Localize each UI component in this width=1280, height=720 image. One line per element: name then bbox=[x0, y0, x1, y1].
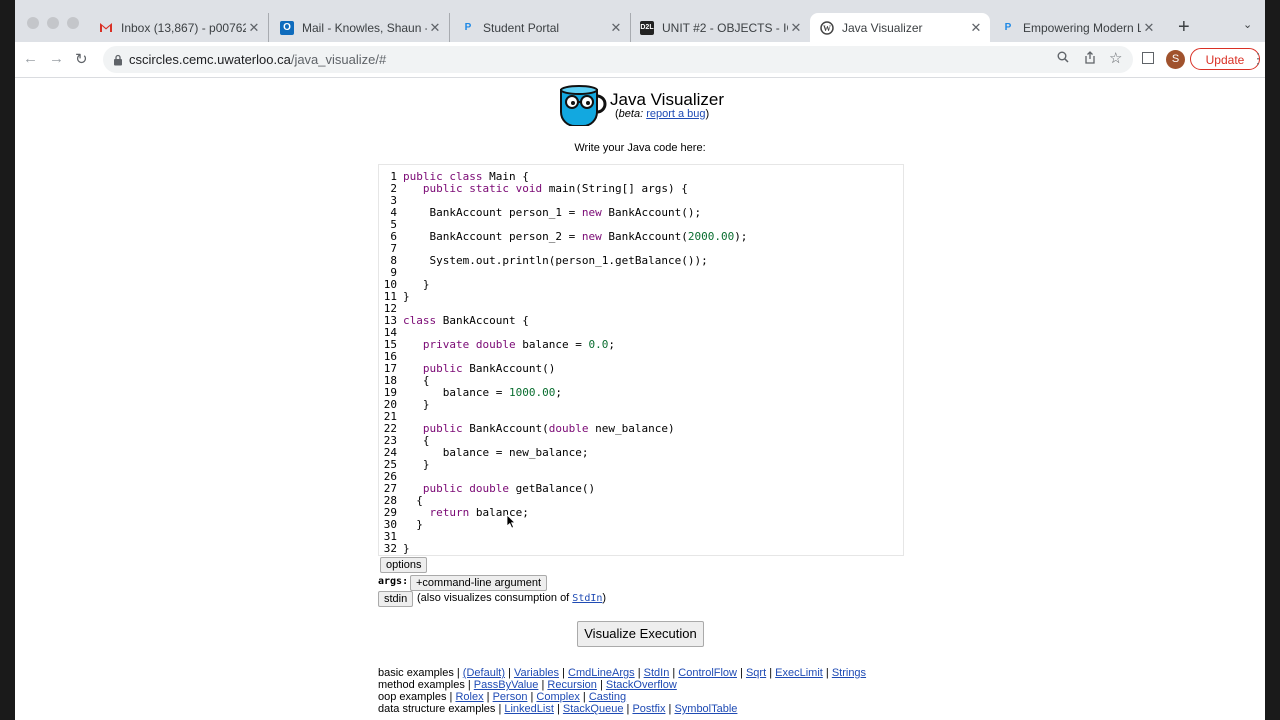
report-bug-link[interactable]: report a bug bbox=[646, 108, 705, 120]
example-link[interactable]: Recursion bbox=[547, 679, 597, 691]
examples-row: data structure examples | LinkedList | S… bbox=[378, 703, 738, 715]
stdin-link[interactable]: StdIn bbox=[572, 593, 602, 604]
share-icon[interactable] bbox=[1084, 51, 1096, 67]
code-line: 8 System.out.println(person_1.getBalance… bbox=[379, 255, 707, 267]
example-link[interactable]: (Default) bbox=[463, 667, 505, 679]
tab-title: Java Visualizer bbox=[842, 20, 923, 35]
minimize-window-icon[interactable] bbox=[47, 17, 59, 29]
side-panel-icon[interactable] bbox=[1142, 52, 1154, 64]
example-link[interactable]: Strings bbox=[832, 667, 866, 679]
example-link[interactable]: Postfix bbox=[632, 703, 665, 715]
example-link[interactable]: ControlFlow bbox=[678, 667, 737, 679]
wordpress-icon: W bbox=[820, 20, 834, 35]
example-link[interactable]: StdIn bbox=[644, 667, 670, 679]
tab-gmail[interactable]: Inbox (13,867) - p007629 ✕ bbox=[89, 13, 269, 42]
example-link[interactable]: StackOverflow bbox=[606, 679, 677, 691]
gmail-icon bbox=[99, 21, 113, 35]
close-tab-icon[interactable]: ✕ bbox=[246, 20, 262, 36]
code-line: 6 BankAccount person_2 = new BankAccount… bbox=[379, 231, 747, 243]
outlook-icon: O bbox=[280, 20, 294, 35]
example-link[interactable]: Complex bbox=[536, 691, 579, 703]
tab-title: Inbox (13,867) - p007629 bbox=[121, 20, 246, 35]
code-line: 32} bbox=[379, 543, 410, 555]
example-link[interactable]: StackQueue bbox=[563, 703, 624, 715]
portal-icon: P bbox=[1004, 22, 1012, 33]
address-bar[interactable]: cscircles.cemc.uwaterloo.ca/java_visuali… bbox=[103, 46, 1133, 73]
example-link[interactable]: SymbolTable bbox=[674, 703, 737, 715]
d2l-icon: D2L bbox=[640, 20, 654, 35]
code-line: 15 private double balance = 0.0; bbox=[379, 339, 615, 351]
tab-title: UNIT #2 - OBJECTS - ICS bbox=[662, 20, 788, 35]
chevron-down-icon[interactable]: ⌄ bbox=[1243, 18, 1252, 31]
page-subtitle: (beta: report a bug) bbox=[615, 108, 710, 120]
stdin-button[interactable]: stdin bbox=[378, 591, 414, 607]
args-label: args: bbox=[378, 576, 409, 587]
code-editor[interactable]: 1 public class Main {2 public static void… bbox=[378, 164, 904, 556]
examples-row: method examples | PassByValue | Recursio… bbox=[378, 679, 677, 691]
example-link[interactable]: CmdLineArgs bbox=[568, 667, 635, 679]
example-link[interactable]: LinkedList bbox=[504, 703, 554, 715]
portal-icon: P bbox=[464, 22, 472, 33]
examples-category-label: method examples | bbox=[378, 679, 474, 691]
tab-title: Student Portal bbox=[483, 20, 560, 35]
browser-window: Inbox (13,867) - p007629 ✕ O Mail - Know… bbox=[15, 0, 1265, 720]
forward-icon[interactable]: → bbox=[49, 50, 64, 67]
reload-icon[interactable]: ↻ bbox=[75, 50, 88, 68]
example-link[interactable]: PassByValue bbox=[474, 679, 539, 691]
tab-bar: Inbox (13,867) - p007629 ✕ O Mail - Know… bbox=[15, 0, 1265, 42]
tab-outlook[interactable]: O Mail - Knowles, Shaun - O ✕ bbox=[270, 13, 450, 42]
example-link[interactable]: ExecLimit bbox=[775, 667, 823, 679]
svg-text:W: W bbox=[823, 24, 831, 33]
examples-category-label: data structure examples | bbox=[378, 703, 505, 715]
line-number: 32 bbox=[383, 542, 397, 555]
example-link[interactable]: Casting bbox=[589, 691, 626, 703]
stdin-note: (also visualizes consumption of StdIn) bbox=[417, 592, 607, 604]
more-menu-icon[interactable]: ⋮ bbox=[1251, 50, 1265, 67]
example-link[interactable]: Variables bbox=[514, 667, 559, 679]
back-icon[interactable]: ← bbox=[23, 50, 38, 67]
code-line: 4 BankAccount person_1 = new BankAccount… bbox=[379, 207, 701, 219]
tab-empowering[interactable]: P Empowering Modern Learn ✕ bbox=[991, 13, 1163, 42]
zoom-window-icon[interactable] bbox=[67, 17, 79, 29]
coffee-cup-logo-icon bbox=[557, 84, 609, 131]
lock-icon bbox=[113, 53, 123, 71]
visualize-execution-button[interactable]: Visualize Execution bbox=[577, 621, 704, 647]
add-command-line-argument-button[interactable]: +command-line argument bbox=[410, 575, 548, 591]
close-tab-icon[interactable]: ✕ bbox=[788, 20, 804, 36]
update-button[interactable]: Update bbox=[1190, 48, 1260, 70]
tab-java-visualizer[interactable]: W Java Visualizer ✕ bbox=[810, 13, 990, 42]
tab-student-portal[interactable]: P Student Portal ✕ bbox=[451, 13, 631, 42]
zoom-icon[interactable] bbox=[1057, 51, 1069, 66]
code-line: 2 public static void main(String[] args)… bbox=[379, 183, 688, 195]
examples-category-label: oop examples | bbox=[378, 691, 456, 703]
mouse-cursor-icon bbox=[506, 514, 516, 534]
url-text: cscircles.cemc.uwaterloo.ca/java_visuali… bbox=[129, 52, 387, 67]
examples-category-label: basic examples | bbox=[378, 667, 463, 679]
new-tab-icon[interactable]: + bbox=[1178, 16, 1190, 39]
close-window-icon[interactable] bbox=[27, 17, 39, 29]
code-line: 13 class BankAccount { bbox=[379, 315, 529, 327]
example-link[interactable]: Person bbox=[493, 691, 528, 703]
tab-unit-objects[interactable]: D2L UNIT #2 - OBJECTS - ICS ✕ bbox=[630, 13, 810, 42]
tab-title: Empowering Modern Learn bbox=[1023, 20, 1141, 35]
close-tab-icon[interactable]: ✕ bbox=[1141, 20, 1157, 36]
code-prompt: Write your Java code here: bbox=[574, 142, 706, 154]
close-tab-icon[interactable]: ✕ bbox=[608, 20, 624, 36]
options-button[interactable]: options bbox=[380, 557, 428, 573]
profile-avatar[interactable]: S bbox=[1166, 50, 1185, 69]
close-tab-icon[interactable]: ✕ bbox=[427, 20, 443, 36]
tab-title: Mail - Knowles, Shaun - O bbox=[302, 20, 427, 35]
example-link[interactable]: Sqrt bbox=[746, 667, 766, 679]
example-link[interactable]: Rolex bbox=[455, 691, 483, 703]
examples-row: oop examples | Rolex | Person | Complex … bbox=[378, 691, 627, 703]
bookmark-star-icon[interactable]: ☆ bbox=[1109, 49, 1122, 67]
examples-row: basic examples | (Default) | Variables |… bbox=[378, 667, 867, 679]
browser-toolbar: ← → ↻ cscircles.cemc.uwaterloo.ca/java_v… bbox=[15, 42, 1265, 78]
page-title: Java Visualizer bbox=[610, 90, 725, 109]
close-tab-icon[interactable]: ✕ bbox=[968, 20, 984, 36]
page-content: Java Visualizer (beta: report a bug) Wri… bbox=[15, 78, 1265, 720]
